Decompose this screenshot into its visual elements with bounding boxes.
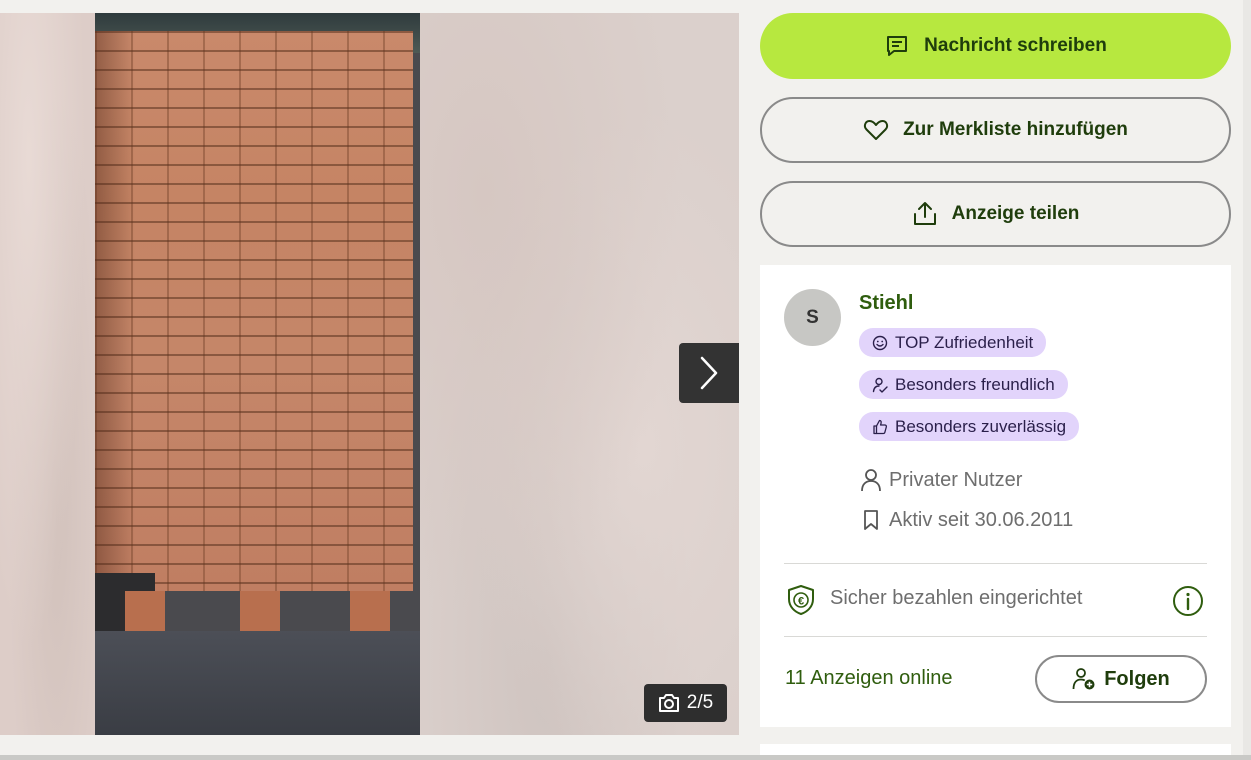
gallery-next-button[interactable] [679,343,739,403]
badge-label: Besonders zuverlässig [895,416,1067,436]
avatar-initial: S [806,306,819,328]
add-to-watchlist-label: Zur Merkliste hinzufügen [903,119,1128,140]
image-gallery[interactable]: 2/5 [0,13,739,735]
seller-card: S Stiehl TOP Zufriedenheit Besonders fre… [760,265,1231,727]
image-counter: 2/5 [644,684,727,722]
listing-photo[interactable] [95,13,420,735]
share-listing-button[interactable]: Anzeige teilen [760,181,1231,247]
follow-button[interactable]: Folgen [1035,655,1207,703]
camera-icon [658,694,679,712]
friendly-icon [871,376,889,394]
info-icon[interactable] [1172,585,1204,617]
horizontal-scrollbar[interactable] [0,755,1251,760]
divider [784,563,1207,564]
scrollbar[interactable] [1243,0,1251,760]
user-type-text: Privater Nutzer [889,468,1023,491]
badge-label: TOP Zufriedenheit [895,332,1034,352]
photo-pallet-block [240,591,280,631]
svg-text:€: € [798,596,804,608]
thumbs-up-icon [871,418,889,436]
secure-payment-shield-icon: € [788,585,814,615]
secure-payment-text: Sicher bezahlen eingerichtet [830,587,1083,609]
add-user-icon [1072,668,1095,690]
gallery-blur-left [0,13,95,735]
divider [784,636,1207,637]
image-counter-text: 2/5 [686,692,714,713]
badge-top-satisfaction: TOP Zufriedenheit [859,328,1047,357]
active-since: Aktiv seit 30.06.2011 [859,505,1073,535]
follow-label: Folgen [1104,667,1170,690]
share-icon [912,201,938,227]
photo-shade [95,31,135,591]
active-since-text: Aktiv seit 30.06.2011 [889,508,1074,531]
chevron-right-icon [700,356,718,390]
seller-name-link[interactable]: Stiehl [859,292,913,315]
send-message-button[interactable]: Nachricht schreiben [760,13,1231,79]
user-type: Privater Nutzer [859,465,1022,495]
photo-floor [95,631,420,735]
ads-online-link[interactable]: 11 Anzeigen online [785,667,953,690]
bookmark-icon [859,508,883,532]
smiley-icon [871,334,889,352]
send-message-label: Nachricht schreiben [924,35,1107,56]
message-icon [884,33,910,59]
add-to-watchlist-button[interactable]: Zur Merkliste hinzufügen [760,97,1231,163]
badge-reliable: Besonders zuverlässig [859,412,1080,441]
photo-pallet-block [350,591,390,631]
avatar[interactable]: S [784,289,841,346]
badge-friendly: Besonders freundlich [859,370,1068,399]
heart-icon [863,117,889,143]
badge-label: Besonders freundlich [895,374,1055,394]
user-icon [859,468,883,492]
photo-pallet-block [125,591,165,631]
photo-wood-stack [95,31,413,591]
share-listing-label: Anzeige teilen [951,203,1080,224]
